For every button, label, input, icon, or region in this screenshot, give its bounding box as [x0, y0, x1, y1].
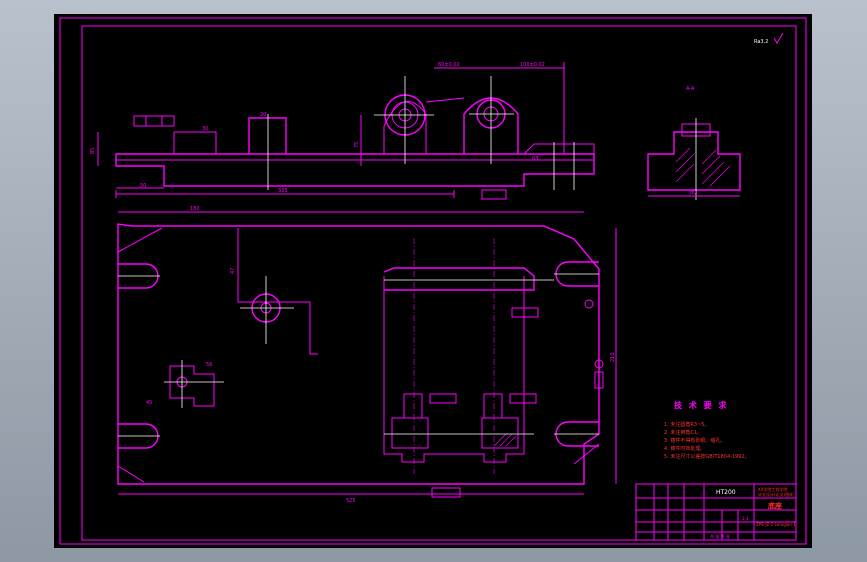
roughness-mark-label: Ra3.2	[754, 39, 768, 45]
tech-req-item-4: 4. 铸件时效处理。	[664, 445, 705, 452]
dim-hole-spacing-a: 60±0.02	[438, 62, 460, 68]
tech-req-item-1: 1. 未注圆角R3~5。	[664, 421, 709, 428]
dim-left-vertical: 85	[90, 148, 96, 154]
title-block: HT200 XX学院工程学院 毕业设计(论文)图样 底座 ZPS-JZ-2 Le…	[635, 483, 797, 541]
tech-requirements: 技 术 要 求 1. 未注圆角R3~5。 2. 未注倒角C1。 3. 铸件不得有…	[664, 400, 750, 460]
inner-border	[81, 25, 797, 541]
title-material: HT200	[716, 489, 736, 496]
dim-left-hole-offset: 180	[190, 206, 200, 212]
dim-small-f: 56	[206, 362, 212, 368]
title-drawing-name: 底座	[768, 501, 782, 510]
dim-small-a: 20	[260, 112, 266, 118]
dim-section-width: 80	[690, 190, 696, 196]
section-note: A-A	[686, 86, 695, 92]
roughness-mark: Ra3.2	[754, 32, 784, 45]
title-drawing-number: ZPS-JZ-2 Lerugian-1	[756, 522, 796, 527]
dim-left-pad: 50	[140, 183, 146, 189]
dim-top-length: 335	[278, 188, 288, 194]
front-elevation-view: 335 50 60±0.02 100±0.02 85 75 20 30 63	[90, 62, 595, 200]
engineering-drawing: Ra3.2 335 50 60±0.02 100±0.02 85 75 20 3…	[59, 17, 807, 545]
tech-req-item-2: 2. 未注倒角C1。	[664, 429, 702, 436]
dim-small-b: 30	[202, 126, 208, 132]
dim-small-d: 45	[146, 400, 152, 406]
outer-border	[59, 17, 807, 545]
title-scale: 1:1	[742, 516, 749, 521]
tech-req-item-5: 5. 未注尺寸公差按GB/T1804-1992。	[664, 453, 750, 460]
dim-plan-overall: 525	[346, 498, 356, 504]
section-view: 80 A-A	[647, 86, 741, 200]
title-bottom-labels: 共 张 第 张	[710, 533, 730, 539]
dim-hole-spacing-b: 100±0.02	[520, 62, 545, 68]
dim-bore-height: 75	[354, 142, 360, 148]
plan-view: 525 210 180 47 45 56	[117, 206, 617, 504]
drawing-sheet: Ra3.2 335 50 60±0.02 100±0.02 85 75 20 3…	[54, 14, 812, 548]
dim-small-c: 47	[230, 268, 236, 274]
tech-req-heading: 技 术 要 求	[674, 400, 728, 410]
dim-small-e: 63	[532, 156, 538, 162]
dim-right-height: 210	[610, 352, 616, 362]
title-school-2: 毕业设计(论文)图样	[758, 491, 793, 497]
tech-req-item-3: 3. 铸件不得有砂眼、缩孔。	[664, 437, 725, 444]
